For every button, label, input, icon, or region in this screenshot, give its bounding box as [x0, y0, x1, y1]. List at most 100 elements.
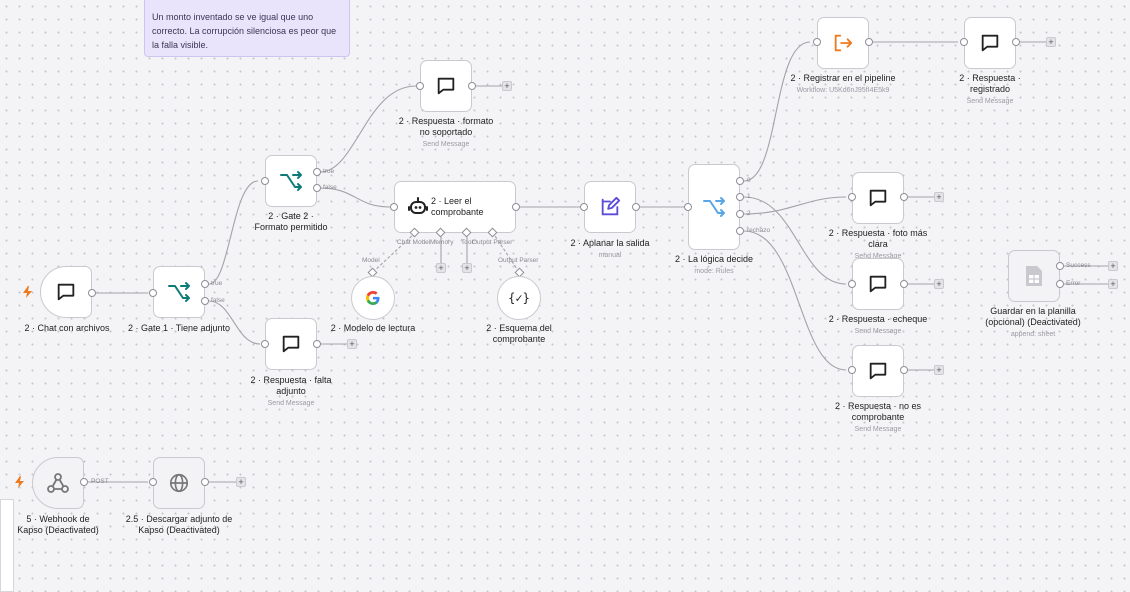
node-resp-no-es[interactable] — [852, 345, 904, 397]
port-label-memory: Memory — [430, 239, 454, 246]
node-chat-con-archivos[interactable] — [40, 266, 92, 318]
port-in[interactable] — [416, 82, 424, 90]
edge-logica-registrar — [743, 41, 811, 182]
add-node-button[interactable]: + — [934, 279, 944, 289]
node-logica-decide[interactable] — [688, 164, 740, 250]
port-out[interactable] — [512, 203, 520, 211]
port-label-true: true — [211, 280, 223, 287]
port-error[interactable] — [1056, 280, 1064, 288]
node-gate1[interactable] — [153, 266, 205, 318]
label-registrar: 2 · Registrar en el pipeline Workflow: U5… — [788, 73, 898, 95]
port-out[interactable] — [1012, 38, 1020, 46]
lightning-icon — [15, 476, 24, 488]
node-aplanar[interactable] — [584, 181, 636, 233]
switch-icon — [703, 197, 725, 217]
port-label-model: Model — [362, 257, 380, 264]
label-resp-echeque: 2 · Respuesta · echeque Send Message — [818, 314, 938, 336]
port-out[interactable] — [468, 82, 476, 90]
node-resp-falta[interactable] — [265, 318, 317, 370]
label-modelo-lectura: 2 · Modelo de lectura — [330, 323, 416, 333]
chat-bubble-icon — [282, 335, 300, 353]
node-subtitle: Send Message — [267, 400, 315, 407]
node-title: 2 · Respuesta · formato no soportado — [398, 116, 494, 137]
port-false[interactable] — [313, 184, 321, 192]
port-in[interactable] — [390, 203, 398, 211]
port-rechazo[interactable] — [736, 227, 744, 235]
add-node-button[interactable]: + — [502, 81, 512, 91]
port-out[interactable] — [900, 366, 908, 374]
port-out[interactable] — [88, 289, 96, 297]
port-out[interactable] — [201, 478, 209, 486]
chat-bubble-icon — [981, 34, 999, 52]
label-gate2: 2 · Gate 2 · Formato permitido — [254, 211, 328, 232]
node-leer-comprobante[interactable]: 2 · Leer el comprobante — [394, 181, 516, 233]
add-node-button[interactable]: + — [236, 477, 246, 487]
node-gate2[interactable] — [265, 155, 317, 207]
node-modelo-lectura[interactable] — [351, 276, 395, 320]
node-guardar-planilla[interactable] — [1008, 250, 1060, 302]
port-in[interactable] — [684, 203, 692, 211]
port-in[interactable] — [261, 340, 269, 348]
chat-bubble-icon — [869, 275, 887, 293]
add-memory-button[interactable]: + — [436, 263, 446, 273]
node-title: 2 · Respuesta · no es comprobante — [834, 401, 922, 422]
port-out[interactable] — [900, 280, 908, 288]
node-resp-echeque[interactable] — [852, 258, 904, 310]
port-in[interactable] — [149, 478, 157, 486]
node-resp-formato[interactable] — [420, 60, 472, 112]
port-in[interactable] — [848, 366, 856, 374]
add-node-button[interactable]: + — [934, 192, 944, 202]
label-aplanar: 2 · Aplanar la salida manual — [560, 238, 660, 260]
port-in[interactable] — [149, 289, 157, 297]
chat-bubble-icon — [57, 283, 75, 301]
node-resp-registrado[interactable] — [964, 17, 1016, 69]
node-registrar[interactable] — [817, 17, 869, 69]
add-tool-button[interactable]: + — [462, 263, 472, 273]
port-label-false: false — [211, 297, 225, 304]
side-panel-edge — [0, 499, 14, 592]
port-out[interactable] — [80, 478, 88, 486]
add-node-button[interactable]: + — [347, 339, 357, 349]
node-subtitle: Send Message — [854, 328, 902, 335]
node-webhook-kapso[interactable] — [32, 457, 84, 509]
pen-edit-icon — [601, 196, 621, 216]
node-resp-foto[interactable] — [852, 172, 904, 224]
node-title: 2 · Leer el comprobante — [431, 196, 484, 217]
add-node-button[interactable]: + — [1108, 261, 1118, 271]
node-esquema[interactable]: {✓} — [497, 276, 541, 320]
port-in[interactable] — [580, 203, 588, 211]
port-in[interactable] — [848, 280, 856, 288]
label-resp-no-es: 2 · Respuesta · no es comprobante Send Me… — [830, 401, 926, 434]
label-guardar-planilla: Guardar en la planilla (opcional) (Deact… — [978, 306, 1088, 339]
port-in[interactable] — [261, 177, 269, 185]
label-chat-con-archivos: 2 · Chat con archivos — [24, 323, 110, 333]
port-in[interactable] — [848, 193, 856, 201]
port-in[interactable] — [813, 38, 821, 46]
node-descargar-adjunto[interactable] — [153, 457, 205, 509]
google-icon — [366, 291, 380, 305]
port-out[interactable] — [900, 193, 908, 201]
node-subtitle: Send Message — [422, 141, 470, 148]
port-true[interactable] — [313, 168, 321, 176]
port-true[interactable] — [201, 280, 209, 288]
add-node-button[interactable]: + — [1108, 279, 1118, 289]
port-out[interactable] — [632, 203, 640, 211]
sticky-note[interactable]: Un monto inventado se ve igual que uno c… — [144, 0, 350, 57]
node-title: 2 · Respuesta · falta adjunto — [250, 375, 332, 396]
port-0[interactable] — [736, 177, 744, 185]
port-out[interactable] — [313, 340, 321, 348]
switch-icon — [168, 282, 190, 302]
port-out[interactable] — [865, 38, 873, 46]
port-success[interactable] — [1056, 262, 1064, 270]
add-node-button[interactable]: + — [1046, 37, 1056, 47]
node-title: Guardar en la planilla (opcional) (Deact… — [985, 306, 1081, 327]
add-node-button[interactable]: + — [934, 365, 944, 375]
port-in[interactable] — [960, 38, 968, 46]
chat-bubble-icon — [869, 189, 887, 207]
node-subtitle: Workflow: U5Kd6nJ95fI4E5k9 — [796, 87, 890, 94]
port-2[interactable] — [736, 210, 744, 218]
node-title: 2 · La lógica decide — [674, 254, 754, 264]
node-subtitle: append: sheet — [1010, 331, 1056, 338]
port-1[interactable] — [736, 193, 744, 201]
port-false[interactable] — [201, 297, 209, 305]
